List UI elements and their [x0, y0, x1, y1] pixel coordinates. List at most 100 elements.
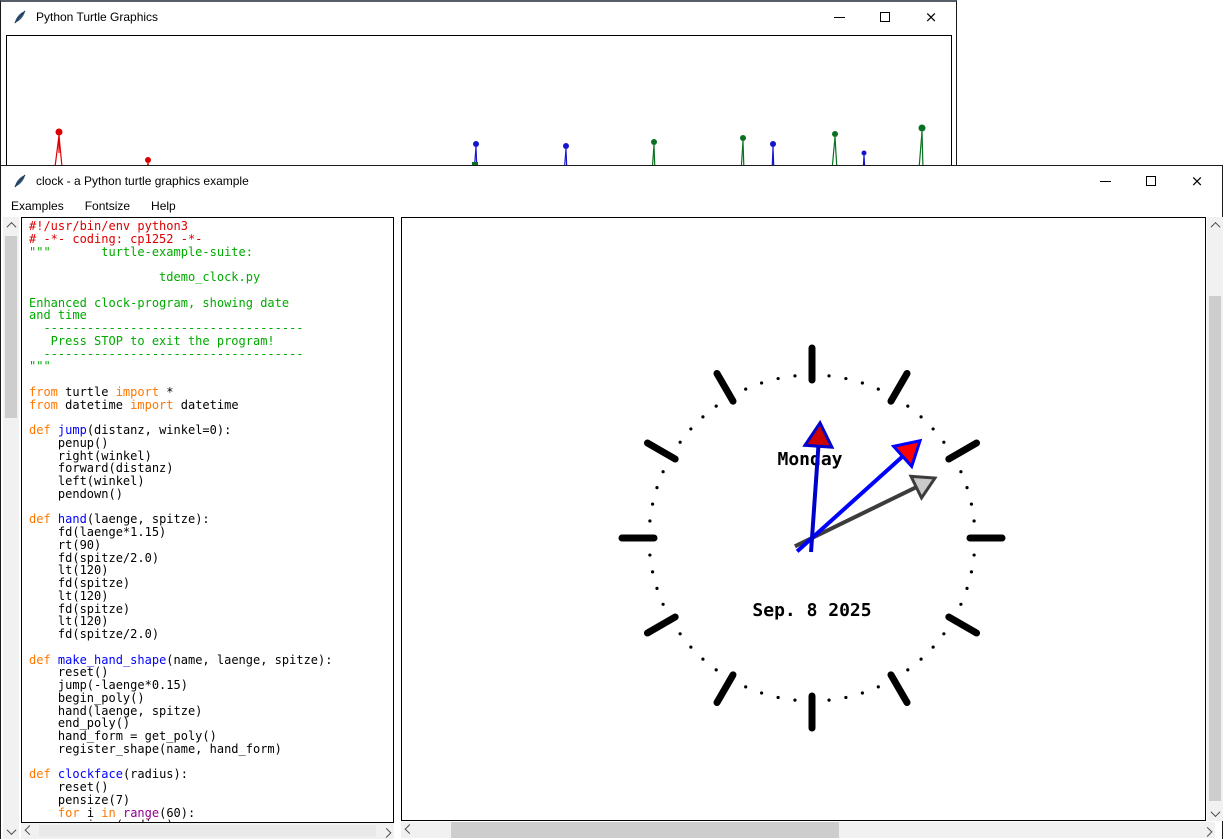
maximize-icon — [1146, 176, 1156, 186]
clock-minute-dot — [844, 377, 847, 380]
code-line: """ — [29, 360, 393, 373]
code-vscroll-thumb[interactable] — [5, 236, 17, 418]
scroll-up-arrow[interactable] — [1207, 217, 1223, 233]
code-line: pendown() — [29, 488, 393, 501]
figure-head-dot — [862, 151, 867, 156]
clock-example-window: clock - a Python turtle graphics example… — [0, 165, 1223, 839]
clock-minute-dot — [959, 470, 962, 473]
clock-minute-dot — [689, 427, 692, 430]
clock-minute-dot — [679, 441, 682, 444]
clock-minute-dot — [932, 645, 935, 648]
canvas-vertical-scrollbar[interactable] — [1207, 217, 1223, 821]
clock-minute-dot — [701, 658, 704, 661]
turtle-feather-icon — [12, 173, 28, 189]
figure-head-dot — [651, 139, 657, 145]
menubar: Examples Fontsize Help — [1, 196, 1222, 216]
maximize-button[interactable] — [1134, 168, 1168, 194]
clock-minute-dot — [970, 570, 973, 573]
scroll-down-arrow[interactable] — [1207, 805, 1223, 821]
menu-help[interactable]: Help — [151, 199, 176, 213]
figure-stem — [922, 132, 923, 170]
clock-hour-tick — [717, 675, 733, 703]
code-hscroll-thumb[interactable] — [39, 825, 376, 837]
figure-head-dot — [56, 129, 63, 136]
code-line: ------------------------------------ — [29, 348, 393, 361]
clock-minute-dot — [648, 519, 651, 522]
scroll-right-arrow[interactable] — [378, 823, 394, 839]
clock-date-label: Sep. 8 2025 — [752, 600, 871, 621]
clock-minute-dot — [651, 570, 654, 573]
clock-weekday-label: Monday — [777, 449, 842, 470]
clock-minute-dot — [655, 486, 658, 489]
clock-minute-dot — [648, 553, 651, 556]
clock-minute-dot — [793, 374, 796, 377]
clock-minute-dot — [932, 427, 935, 430]
scroll-up-arrow[interactable] — [3, 217, 19, 233]
minimize-button[interactable] — [822, 4, 856, 30]
clock-minute-dot — [919, 658, 922, 661]
figure-head-dot — [563, 143, 569, 149]
clock-minute-dot — [661, 470, 664, 473]
clock-minute-dot — [715, 668, 718, 671]
clock-minute-dot — [942, 632, 945, 635]
close-button[interactable]: × — [914, 4, 948, 30]
clock-hand-hour-arrowhead — [805, 423, 832, 447]
canvas-vscroll-thumb[interactable] — [1209, 296, 1221, 801]
clock-minute-dot — [655, 587, 658, 590]
menu-examples[interactable]: Examples — [11, 199, 64, 213]
figure-head-dot — [770, 141, 776, 147]
figure-head-dot — [145, 157, 151, 163]
clock-hour-tick — [647, 443, 675, 459]
clock-minute-dot — [919, 415, 922, 418]
clock-minute-dot — [827, 374, 830, 377]
clock-minute-dot — [777, 377, 780, 380]
maximize-icon — [880, 12, 890, 22]
close-button[interactable]: × — [1180, 168, 1214, 194]
canvas-horizontal-scrollbar[interactable] — [401, 822, 1215, 838]
clock-canvas-svg: Monday Sep. 8 2025 — [402, 218, 1205, 820]
clock-canvas: Monday Sep. 8 2025 — [401, 217, 1206, 821]
canvas-hscroll-thumb[interactable] — [451, 822, 839, 838]
scroll-left-arrow[interactable] — [401, 822, 417, 838]
clock-minute-dot — [973, 519, 976, 522]
turtle-window-title: Python Turtle Graphics — [36, 10, 158, 24]
scroll-right-arrow[interactable] — [1199, 822, 1215, 838]
clock-minute-dot — [744, 685, 747, 688]
clock-window-title: clock - a Python turtle graphics example — [36, 174, 249, 188]
code-line: from datetime import datetime — [29, 399, 393, 412]
clock-hour-tick — [717, 373, 733, 401]
minimize-button[interactable] — [1088, 168, 1122, 194]
figure-head-dot — [740, 135, 746, 141]
clock-minute-dot — [877, 685, 880, 688]
code-horizontal-scrollbar[interactable] — [21, 823, 394, 839]
clock-minute-dot — [861, 381, 864, 384]
figure-head-dot — [919, 125, 926, 132]
clock-minute-dot — [973, 553, 976, 556]
clock-hour-tick — [647, 617, 675, 633]
turtle-window-titlebar[interactable]: Python Turtle Graphics × — [1, 2, 956, 32]
code-vertical-scrollbar[interactable] — [3, 217, 19, 839]
code-line: fd(spitze/2.0) — [29, 628, 393, 641]
clock-minute-dot — [679, 632, 682, 635]
clock-minute-dot — [877, 387, 880, 390]
clock-minute-dot — [827, 699, 830, 702]
code-text[interactable]: #!/usr/bin/env python3# -*- coding: cp12… — [21, 217, 394, 823]
code-line: register_shape(name, hand_form) — [29, 743, 393, 756]
minimize-icon — [1100, 181, 1111, 182]
clock-window-titlebar[interactable]: clock - a Python turtle graphics example… — [1, 166, 1222, 196]
maximize-button[interactable] — [868, 4, 902, 30]
scroll-left-arrow[interactable] — [21, 823, 37, 839]
close-icon: × — [925, 12, 938, 22]
clock-hour-tick — [891, 675, 907, 703]
clock-minute-dot — [661, 603, 664, 606]
clock-minute-dot — [715, 405, 718, 408]
scroll-down-arrow[interactable] — [3, 823, 19, 839]
menu-fontsize[interactable]: Fontsize — [85, 199, 130, 213]
code-line: tdemo_clock.py — [29, 271, 393, 284]
turtle-feather-icon — [12, 9, 28, 25]
clock-minute-dot — [965, 587, 968, 590]
clock-hour-tick — [949, 443, 977, 459]
clock-minute-dot — [701, 415, 704, 418]
close-icon: × — [1191, 176, 1204, 186]
clock-minute-dot — [965, 486, 968, 489]
